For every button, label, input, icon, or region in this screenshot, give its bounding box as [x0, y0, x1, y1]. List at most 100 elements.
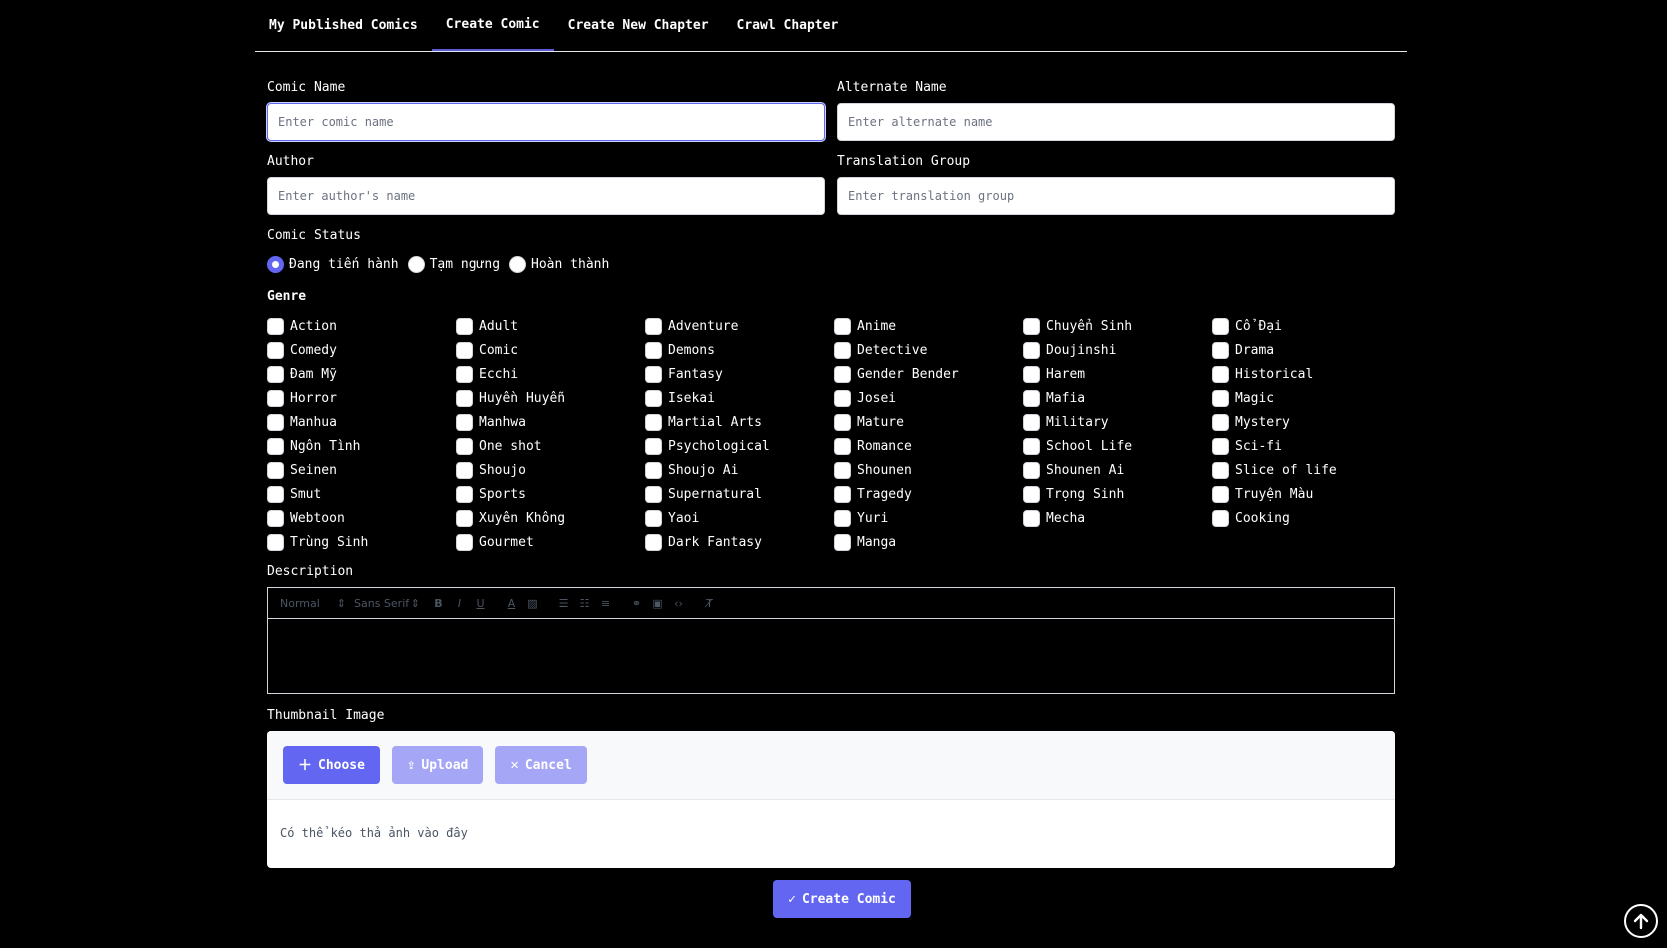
tab-create-comic[interactable]: Create Comic [431, 0, 554, 51]
link-icon[interactable]: ⚭ [626, 597, 647, 610]
author-input[interactable] [267, 177, 825, 215]
genre-checkbox[interactable] [267, 341, 284, 359]
genre-option[interactable]: Drama [1212, 340, 1401, 360]
genre-option[interactable]: Dark Fantasy [645, 532, 834, 552]
genre-checkbox[interactable] [267, 365, 284, 383]
genre-checkbox[interactable] [1023, 341, 1040, 359]
genre-checkbox[interactable] [834, 533, 851, 551]
genre-option[interactable]: Military [1023, 412, 1212, 432]
genre-checkbox[interactable] [1212, 485, 1229, 503]
genre-option[interactable]: Adventure [645, 316, 834, 336]
genre-checkbox[interactable] [456, 389, 473, 407]
genre-checkbox[interactable] [267, 485, 284, 503]
genre-option[interactable]: Yaoi [645, 508, 834, 528]
genre-option[interactable]: Gender Bender [834, 364, 1023, 384]
genre-checkbox[interactable] [834, 389, 851, 407]
genre-option[interactable]: Gourmet [456, 532, 645, 552]
genre-checkbox[interactable] [834, 509, 851, 527]
genre-checkbox[interactable] [645, 437, 662, 455]
genre-option[interactable]: Cooking [1212, 508, 1401, 528]
genre-checkbox[interactable] [1023, 461, 1040, 479]
alternate-name-input[interactable] [837, 103, 1395, 141]
genre-checkbox[interactable] [1212, 365, 1229, 383]
genre-checkbox[interactable] [1212, 389, 1229, 407]
create-comic-button[interactable]: ✓ Create Comic [773, 880, 911, 918]
genre-checkbox[interactable] [267, 437, 284, 455]
image-icon[interactable]: ▣ [647, 597, 668, 610]
genre-checkbox[interactable] [834, 413, 851, 431]
genre-option[interactable]: Manga [834, 532, 1023, 552]
genre-checkbox[interactable] [834, 437, 851, 455]
genre-checkbox[interactable] [1212, 437, 1229, 455]
genre-option[interactable]: Tragedy [834, 484, 1023, 504]
genre-checkbox[interactable] [645, 461, 662, 479]
tab-my-published-comics[interactable]: My Published Comics [255, 0, 432, 51]
genre-option[interactable]: Đam Mỹ [267, 364, 456, 384]
genre-option[interactable]: Fantasy [645, 364, 834, 384]
genre-option[interactable]: Harem [1023, 364, 1212, 384]
genre-option[interactable]: Manhwa [456, 412, 645, 432]
genre-option[interactable]: Comic [456, 340, 645, 360]
genre-option[interactable]: Magic [1212, 388, 1401, 408]
genre-option[interactable]: Historical [1212, 364, 1401, 384]
genre-checkbox[interactable] [834, 461, 851, 479]
status-option-ongoing[interactable]: Đang tiến hành [267, 256, 399, 273]
genre-checkbox[interactable] [1023, 485, 1040, 503]
genre-checkbox[interactable] [267, 389, 284, 407]
genre-option[interactable]: Comedy [267, 340, 456, 360]
genre-checkbox[interactable] [834, 365, 851, 383]
comic-name-input[interactable] [267, 103, 825, 141]
status-option-paused[interactable]: Tạm ngưng [407, 256, 500, 273]
genre-option[interactable]: Mafia [1023, 388, 1212, 408]
genre-option[interactable]: Yuri [834, 508, 1023, 528]
genre-option[interactable]: Cổ Đại [1212, 316, 1401, 336]
genre-option[interactable]: Adult [456, 316, 645, 336]
genre-option[interactable]: Sports [456, 484, 645, 504]
genre-option[interactable]: Shoujo Ai [645, 460, 834, 480]
genre-option[interactable]: Mecha [1023, 508, 1212, 528]
genre-option[interactable]: Shounen Ai [1023, 460, 1212, 480]
genre-checkbox[interactable] [1212, 341, 1229, 359]
genre-checkbox[interactable] [645, 317, 662, 335]
genre-option[interactable]: Supernatural [645, 484, 834, 504]
genre-option[interactable]: Ecchi [456, 364, 645, 384]
genre-option[interactable]: Horror [267, 388, 456, 408]
genre-checkbox[interactable] [456, 485, 473, 503]
genre-checkbox[interactable] [267, 413, 284, 431]
genre-option[interactable]: Psychological [645, 436, 834, 456]
genre-checkbox[interactable] [1023, 509, 1040, 527]
genre-checkbox[interactable] [456, 509, 473, 527]
ordered-list-icon[interactable]: ☰ [553, 597, 574, 610]
background-color-icon[interactable]: ▨ [522, 597, 543, 610]
code-icon[interactable]: ‹› [668, 597, 689, 610]
genre-checkbox[interactable] [456, 365, 473, 383]
genre-checkbox[interactable] [645, 533, 662, 551]
bullet-list-icon[interactable]: ☷ [574, 597, 595, 610]
genre-option[interactable]: Trùng Sinh [267, 532, 456, 552]
genre-checkbox[interactable] [645, 509, 662, 527]
genre-option[interactable]: Josei [834, 388, 1023, 408]
italic-icon[interactable]: I [449, 597, 470, 610]
genre-option[interactable]: Action [267, 316, 456, 336]
text-color-icon[interactable]: A [501, 597, 522, 610]
genre-option[interactable]: Isekai [645, 388, 834, 408]
genre-option[interactable]: Huyền Huyễn [456, 388, 645, 408]
genre-option[interactable]: Webtoon [267, 508, 456, 528]
cancel-button[interactable]: ✕ Cancel [495, 746, 587, 784]
genre-checkbox[interactable] [267, 317, 284, 335]
genre-option[interactable]: Shoujo [456, 460, 645, 480]
genre-option[interactable]: Mystery [1212, 412, 1401, 432]
genre-option[interactable]: Ngôn Tình [267, 436, 456, 456]
genre-checkbox[interactable] [456, 317, 473, 335]
genre-checkbox[interactable] [1212, 413, 1229, 431]
genre-option[interactable]: Chuyển Sinh [1023, 316, 1212, 336]
clear-format-icon[interactable]: T̸ [699, 597, 720, 610]
tab-crawl-chapter[interactable]: Crawl Chapter [723, 0, 853, 51]
genre-option[interactable]: Detective [834, 340, 1023, 360]
genre-option[interactable]: Manhua [267, 412, 456, 432]
genre-checkbox[interactable] [267, 509, 284, 527]
genre-checkbox[interactable] [1023, 437, 1040, 455]
genre-option[interactable]: Shounen [834, 460, 1023, 480]
font-select[interactable]: Sans Serif ⇕ [354, 597, 420, 610]
genre-checkbox[interactable] [645, 485, 662, 503]
